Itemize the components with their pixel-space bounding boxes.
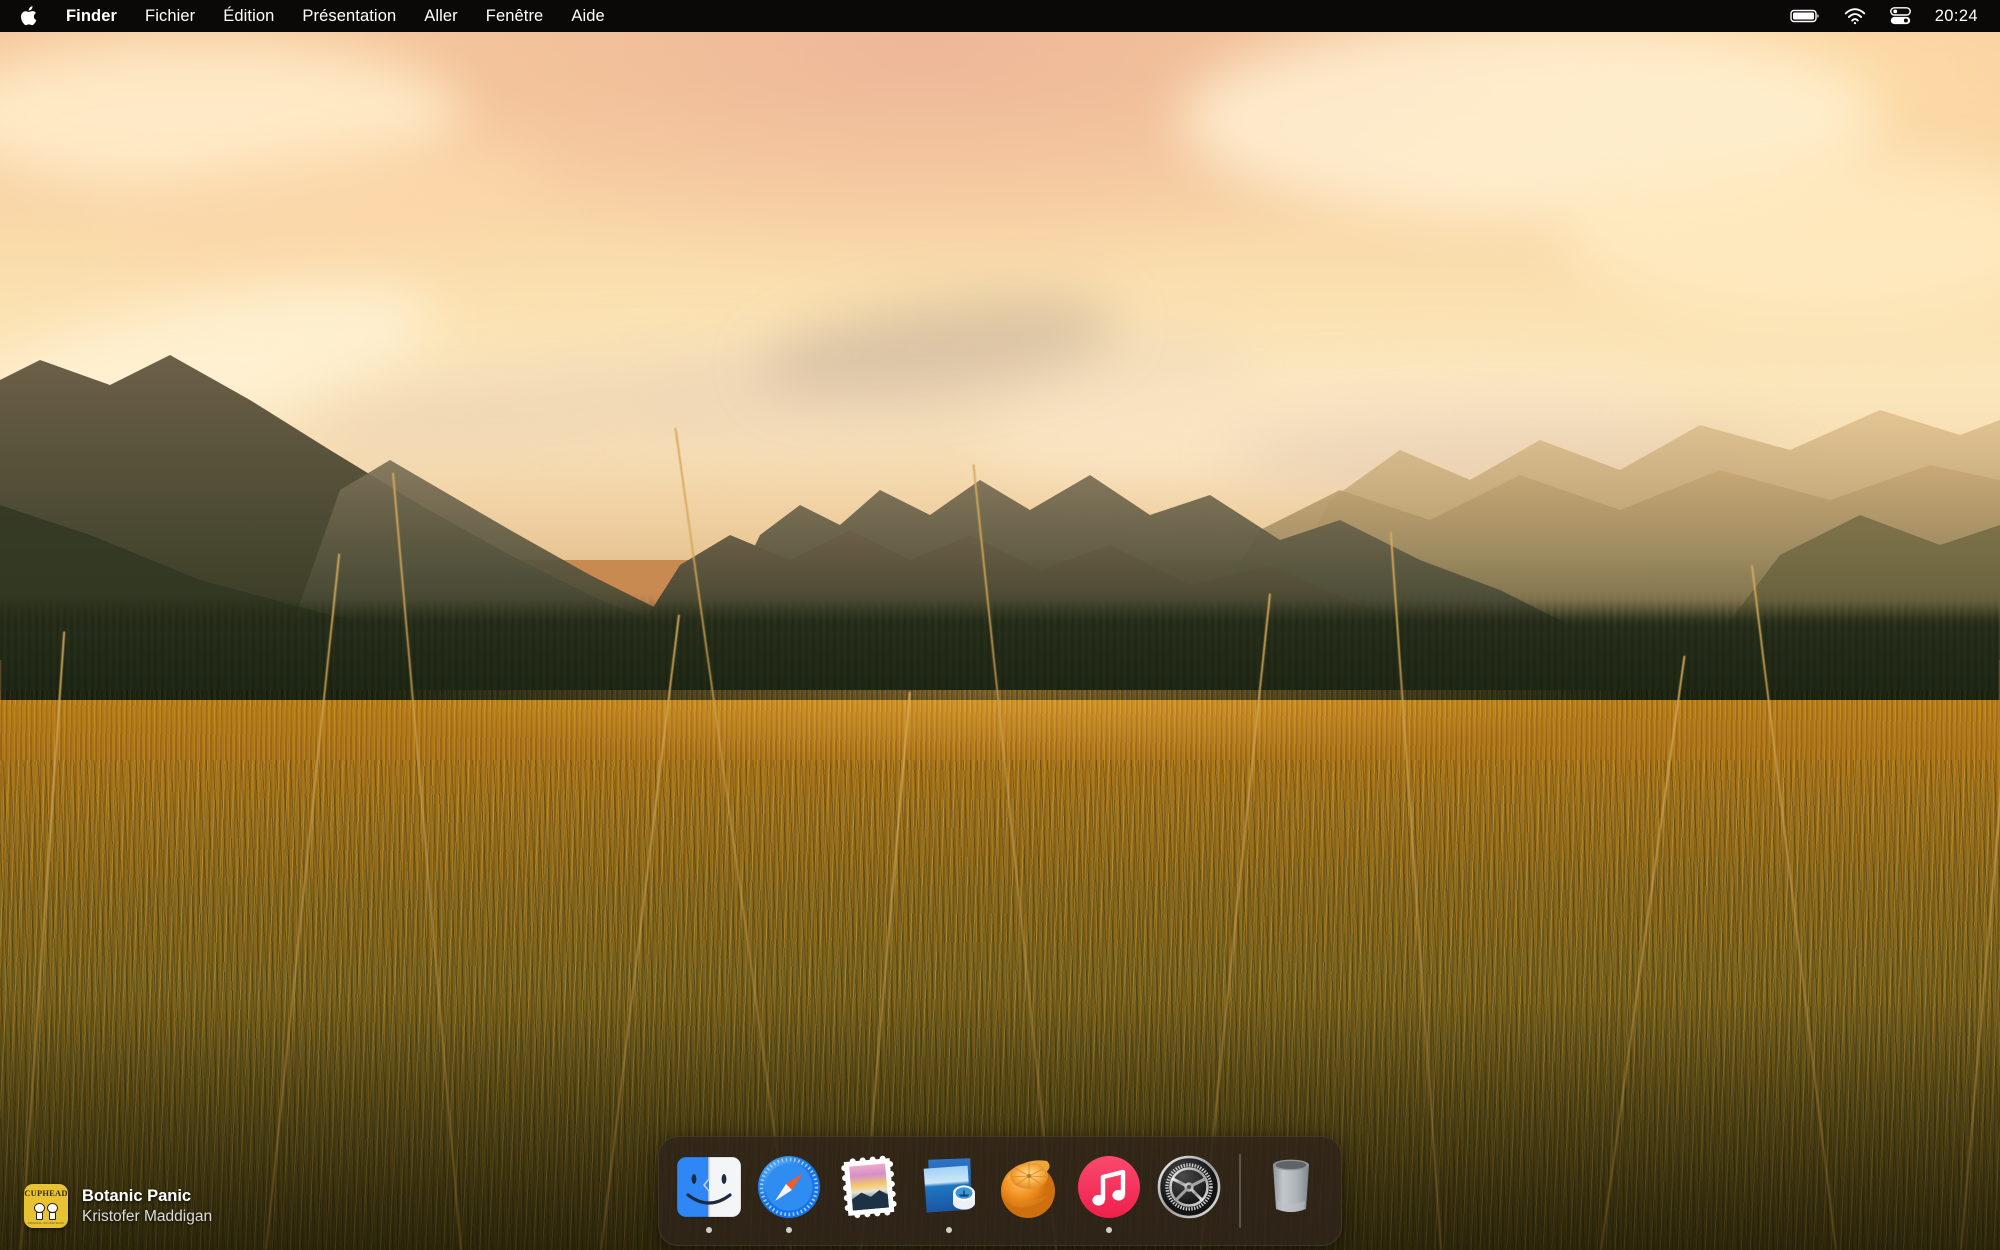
dock-item-preview[interactable]: [909, 1143, 989, 1239]
mugman-character: [47, 1203, 58, 1220]
menu-item-edition[interactable]: Édition: [209, 0, 288, 32]
cuphead-album-art: CUPHEAD ORIGINAL SOUNDTRACK: [24, 1184, 68, 1228]
running-indicator-dot: [946, 1227, 952, 1233]
battery-full-icon[interactable]: [1790, 8, 1820, 24]
album-art-title: CUPHEAD: [24, 1188, 68, 1198]
menu-item-presentation[interactable]: Présentation: [288, 0, 410, 32]
trash-icon: [1255, 1151, 1327, 1223]
menu-item-finder[interactable]: Finder: [52, 0, 131, 32]
album-art-subtitle: ORIGINAL SOUNDTRACK: [24, 1222, 68, 1225]
dock-item-safari[interactable]: [749, 1143, 829, 1239]
menu-item-aller[interactable]: Aller: [410, 0, 472, 32]
dock-separator: [1239, 1154, 1241, 1228]
menu-bar-status-area: 20:24: [1790, 7, 2000, 26]
cuphead-character: [34, 1203, 45, 1220]
menu-item-aide[interactable]: Aide: [557, 0, 618, 32]
desktop-screen: Finder Fichier Édition Présentation Alle…: [0, 0, 2000, 1250]
now-playing-text: Botanic Panic Kristofer Maddigan: [82, 1186, 212, 1227]
preview-icon: [913, 1151, 985, 1223]
dock-item-orange[interactable]: [989, 1143, 1069, 1239]
apple-logo-icon[interactable]: [18, 5, 38, 27]
menu-bar-clock[interactable]: 20:24: [1935, 7, 1978, 26]
running-indicator-dot: [786, 1227, 792, 1233]
track-title: Botanic Panic: [82, 1186, 212, 1207]
wifi-icon[interactable]: [1844, 8, 1866, 25]
dock-item-finder[interactable]: [669, 1143, 749, 1239]
safari-icon: [753, 1151, 825, 1223]
dock-item-music[interactable]: [1069, 1143, 1149, 1239]
dock-item-mail[interactable]: [829, 1143, 909, 1239]
dock-item-trash[interactable]: [1251, 1143, 1331, 1239]
dock-item-dvd-player[interactable]: [1149, 1143, 1229, 1239]
running-indicator-dot: [1106, 1227, 1112, 1233]
now-playing-widget[interactable]: CUPHEAD ORIGINAL SOUNDTRACK Botanic Pani…: [24, 1184, 212, 1228]
desktop-wallpaper: [0, 0, 2000, 1250]
orange-icon: [993, 1151, 1065, 1223]
menu-item-fichier[interactable]: Fichier: [131, 0, 209, 32]
track-artist: Kristofer Maddigan: [82, 1207, 212, 1227]
menu-item-fenetre[interactable]: Fenêtre: [472, 0, 558, 32]
menu-bar: Finder Fichier Édition Présentation Alle…: [0, 0, 2000, 32]
control-center-icon[interactable]: [1890, 7, 1911, 25]
mail-icon: [833, 1151, 905, 1223]
music-icon: [1073, 1151, 1145, 1223]
dock: [658, 1136, 1342, 1246]
dvd-player-icon: [1153, 1151, 1225, 1223]
finder-icon: [673, 1151, 745, 1223]
running-indicator-dot: [706, 1227, 712, 1233]
